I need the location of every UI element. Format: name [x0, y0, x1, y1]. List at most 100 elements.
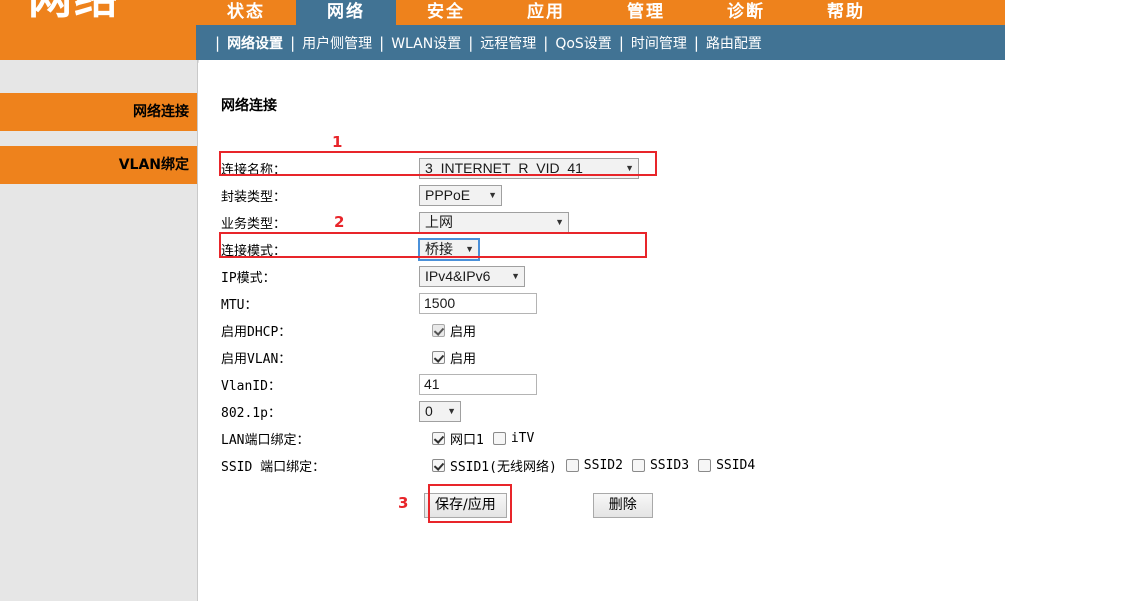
ssid-option-wrap-2[interactable]: SSID3: [632, 458, 689, 473]
chevron-down-icon: ▼: [488, 186, 497, 205]
control-service-type: 上网 ▼: [419, 212, 569, 233]
ssid1-checkbox[interactable]: [432, 459, 445, 472]
enable-vlan-checkbox-label: 启用: [450, 348, 476, 367]
enable-vlan-checkbox-wrap[interactable]: 启用: [432, 348, 476, 367]
control-connection-mode: 桥接 ▼: [419, 239, 479, 260]
connection-name-select[interactable]: 3_INTERNET_R_VID_41 ▼: [419, 158, 639, 179]
dot1p-value: 0: [425, 402, 433, 421]
ssid-option-wrap-3[interactable]: SSID4: [698, 458, 755, 473]
left-sidebar: 网络连接 VLAN绑定: [0, 60, 198, 601]
lan-port-label-itv: iTV: [511, 431, 534, 446]
tab-security[interactable]: 安全: [396, 0, 496, 25]
ssid-option-wrap-1[interactable]: SSID2: [566, 458, 623, 473]
annotation-number-2: 2: [334, 213, 344, 231]
ip-mode-select[interactable]: IPv4&IPv6 ▼: [419, 266, 525, 287]
submenu-divider-4: |: [538, 35, 553, 51]
tab-management[interactable]: 管理: [596, 0, 696, 25]
lan-port-option-wrap-1[interactable]: iTV: [493, 431, 534, 446]
connection-mode-select[interactable]: 桥接 ▼: [419, 239, 479, 260]
control-action-buttons: 保存/应用 删除: [424, 493, 653, 518]
ssid-option-wrap-0[interactable]: SSID1(无线网络): [432, 456, 557, 475]
control-ssid-port-binding: SSID1(无线网络) SSID2 SSID3 SSID4: [419, 456, 764, 475]
tab-network[interactable]: 网络: [296, 0, 396, 25]
row-vlan-id: VlanID： 41: [221, 371, 981, 397]
row-encapsulation-type: 封装类型： PPPoE ▼: [221, 182, 981, 208]
enable-dhcp-checkbox-label: 启用: [450, 321, 476, 340]
tab-status[interactable]: 状态: [196, 0, 296, 25]
submenu-item-time-management[interactable]: 时间管理: [629, 33, 689, 53]
enable-dhcp-checkbox-wrap[interactable]: 启用: [432, 321, 476, 340]
annotation-number-3: 3: [398, 494, 408, 512]
encapsulation-type-value: PPPoE: [425, 186, 470, 205]
submenu-item-user-side-management[interactable]: 用户侧管理: [300, 33, 374, 53]
annotation-number-1: 1: [332, 133, 342, 151]
label-encapsulation-type: 封装类型：: [221, 186, 419, 205]
row-ssid-port-binding: SSID 端口绑定： SSID1(无线网络) SSID2 SSID3: [221, 452, 981, 478]
content-panel: 网络连接 连接名称： 3_INTERNET_R_VID_41 ▼ 封装类型： P…: [199, 60, 1005, 601]
label-ip-mode: IP模式：: [221, 267, 419, 286]
chevron-down-icon: ▼: [555, 213, 564, 232]
sidebar-item-network-connection[interactable]: 网络连接: [0, 93, 197, 131]
lan-port-checkbox-itv[interactable]: [493, 432, 506, 445]
submenu-item-remote-management[interactable]: 远程管理: [478, 33, 538, 53]
label-ssid-port-binding: SSID 端口绑定：: [221, 456, 419, 475]
submenu-divider-0: |: [210, 35, 225, 51]
service-type-select[interactable]: 上网 ▼: [419, 212, 569, 233]
lan-port-option-wrap-0[interactable]: 网口1: [432, 429, 484, 448]
row-connection-mode: 连接模式： 桥接 ▼: [221, 236, 981, 262]
save-apply-button[interactable]: 保存/应用: [424, 493, 507, 518]
submenu-divider-3: |: [463, 35, 478, 51]
tab-diagnostics[interactable]: 诊断: [696, 0, 796, 25]
label-lan-port-binding: LAN端口绑定：: [221, 429, 419, 448]
page-title: 网络连接: [221, 95, 277, 115]
ssid1-label: SSID1(无线网络): [450, 456, 557, 475]
control-enable-vlan: 启用: [419, 348, 485, 367]
chevron-down-icon: ▼: [625, 159, 634, 178]
encapsulation-type-select[interactable]: PPPoE ▼: [419, 185, 502, 206]
ssid3-checkbox[interactable]: [632, 459, 645, 472]
label-connection-mode: 连接模式：: [221, 240, 419, 259]
row-enable-vlan: 启用VLAN： 启用: [221, 344, 981, 370]
ip-mode-value: IPv4&IPv6: [425, 267, 490, 286]
submenu-item-network-settings[interactable]: 网络设置: [225, 33, 285, 53]
control-vlan-id: 41: [419, 374, 537, 395]
row-action-buttons: 保存/应用 删除: [221, 490, 981, 520]
label-service-type: 业务类型：: [221, 213, 419, 232]
mtu-input[interactable]: 1500: [419, 293, 537, 314]
delete-button[interactable]: 删除: [593, 493, 653, 518]
ssid3-label: SSID3: [650, 458, 689, 473]
ssid2-checkbox[interactable]: [566, 459, 579, 472]
label-enable-vlan: 启用VLAN：: [221, 348, 419, 367]
vlan-id-input[interactable]: 41: [419, 374, 537, 395]
dot1p-select[interactable]: 0 ▼: [419, 401, 461, 422]
enable-dhcp-checkbox[interactable]: [432, 324, 445, 337]
tab-application[interactable]: 应用: [496, 0, 596, 25]
control-enable-dhcp: 启用: [419, 321, 485, 340]
row-lan-port-binding: LAN端口绑定： 网口1 iTV: [221, 425, 981, 451]
submenu-item-qos-settings[interactable]: QoS设置: [553, 33, 613, 53]
control-ip-mode: IPv4&IPv6 ▼: [419, 266, 525, 287]
submenu-item-route-config[interactable]: 路由配置: [704, 33, 764, 53]
submenu-item-wlan-settings[interactable]: WLAN设置: [389, 33, 463, 53]
label-dot1p: 802.1p：: [221, 402, 419, 421]
ssid2-label: SSID2: [584, 458, 623, 473]
row-enable-dhcp: 启用DHCP： 启用: [221, 317, 981, 343]
main-tab-bar: 状态 网络 安全 应用 管理 诊断 帮助: [196, 0, 896, 25]
label-connection-name: 连接名称：: [221, 159, 419, 178]
enable-vlan-checkbox[interactable]: [432, 351, 445, 364]
submenu-divider-1: |: [285, 35, 300, 51]
row-ip-mode: IP模式： IPv4&IPv6 ▼: [221, 263, 981, 289]
row-connection-name: 连接名称： 3_INTERNET_R_VID_41 ▼: [221, 155, 981, 181]
submenu-links: | 网络设置 | 用户侧管理 | WLAN设置 | 远程管理 | QoS设置 |…: [210, 25, 764, 60]
control-encapsulation-type: PPPoE ▼: [419, 185, 502, 206]
submenu-left-filler: [0, 25, 196, 60]
site-logo: 网络: [28, 0, 120, 24]
tab-help[interactable]: 帮助: [796, 0, 896, 25]
lan-port-checkbox-net1[interactable]: [432, 432, 445, 445]
sidebar-item-vlan-binding[interactable]: VLAN绑定: [0, 146, 197, 184]
ssid4-checkbox[interactable]: [698, 459, 711, 472]
chevron-down-icon: ▼: [511, 267, 520, 286]
control-connection-name: 3_INTERNET_R_VID_41 ▼: [419, 158, 639, 179]
control-mtu: 1500: [419, 293, 537, 314]
row-dot1p: 802.1p： 0 ▼: [221, 398, 981, 424]
